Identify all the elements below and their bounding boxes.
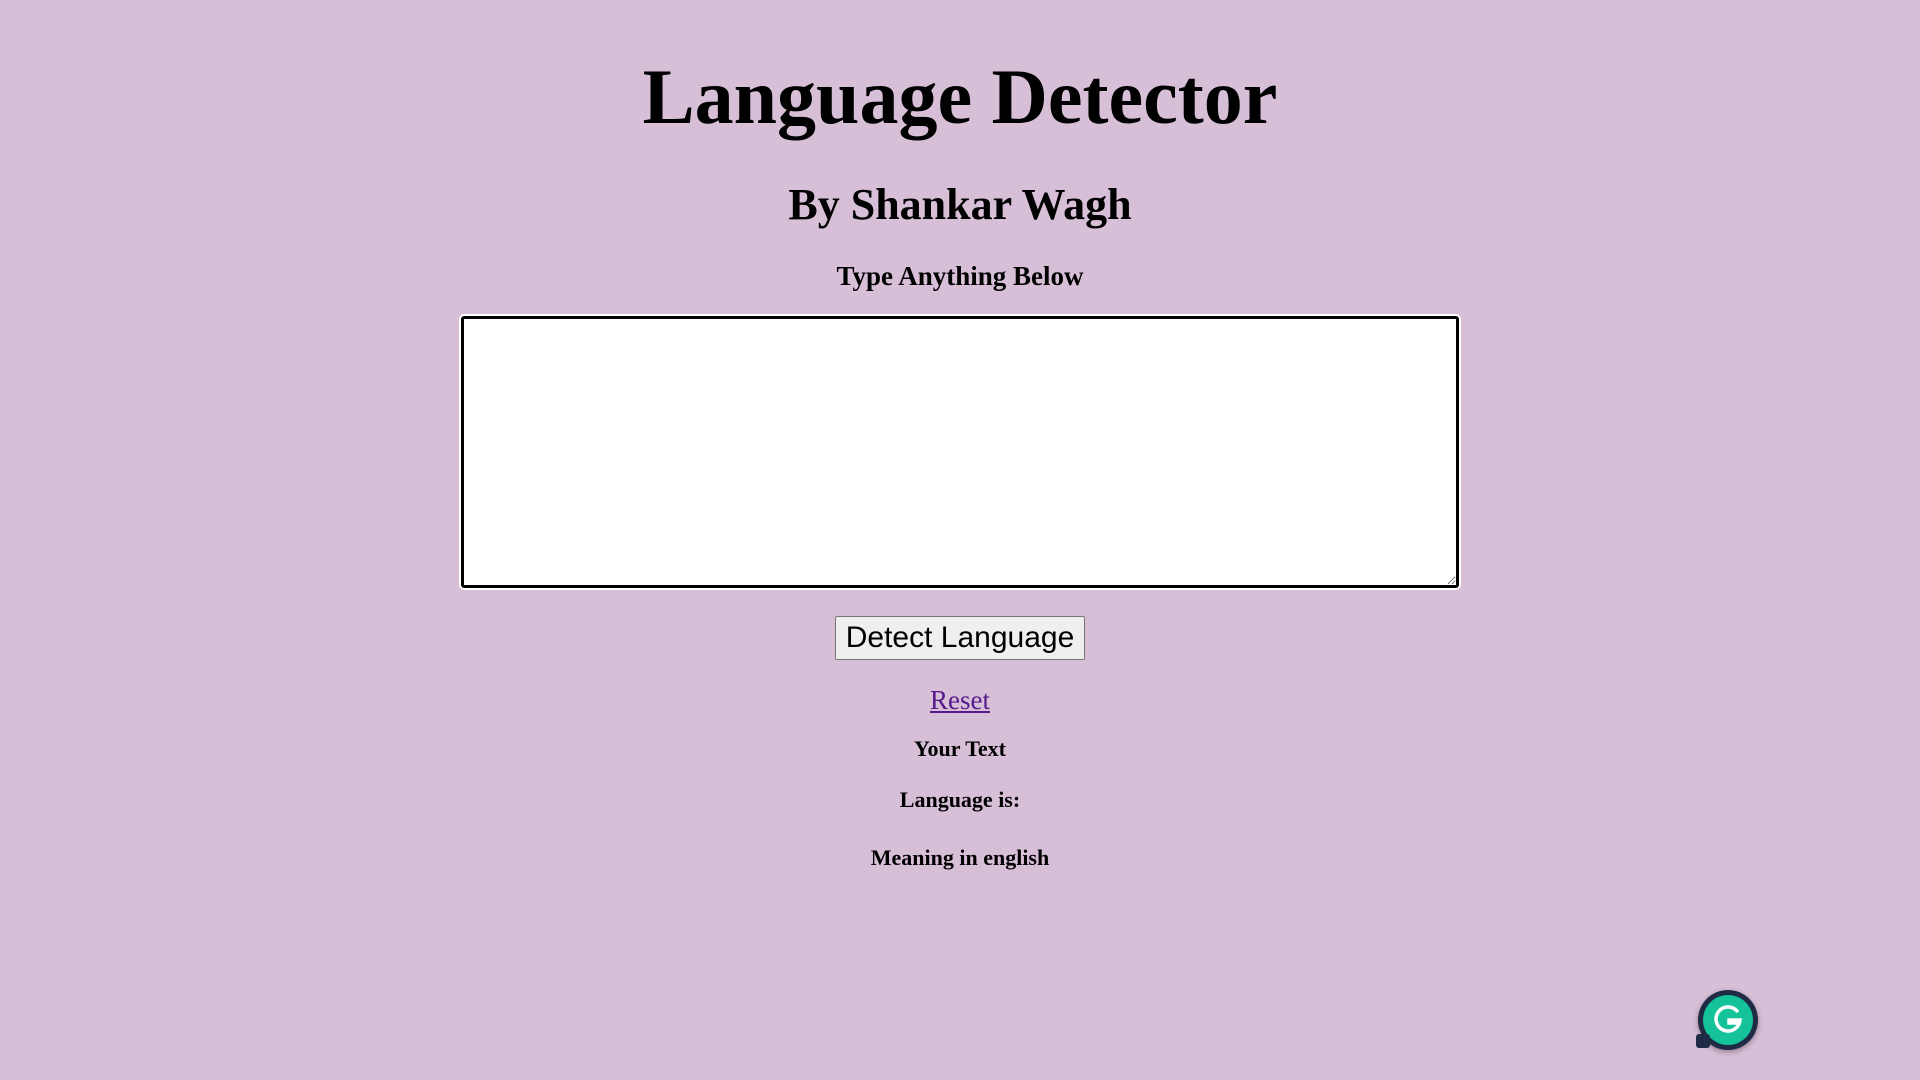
meaning-label: Meaning in english: [870, 845, 1050, 870]
text-input-container: [459, 314, 1461, 590]
detect-button-row: Detect Language: [0, 616, 1920, 660]
reset-row: Reset: [0, 682, 1920, 718]
page-title: Language Detector: [642, 53, 1278, 140]
text-input[interactable]: [459, 314, 1461, 590]
grammarly-g-glyph: [1714, 1005, 1742, 1033]
input-prompt: Type Anything Below: [836, 261, 1084, 291]
your-text-label: Your Text: [914, 736, 1006, 761]
page: Language Detector By Shankar Wagh Type A…: [0, 0, 1920, 1080]
page-subtitle: By Shankar Wagh: [788, 180, 1132, 229]
language-result-label: Language is:: [899, 787, 1021, 812]
grammarly-drag-handle[interactable]: [1696, 1034, 1710, 1048]
grammarly-icon[interactable]: [1696, 990, 1758, 1050]
detect-language-button[interactable]: Detect Language: [834, 616, 1086, 660]
reset-link[interactable]: Reset: [930, 685, 990, 715]
